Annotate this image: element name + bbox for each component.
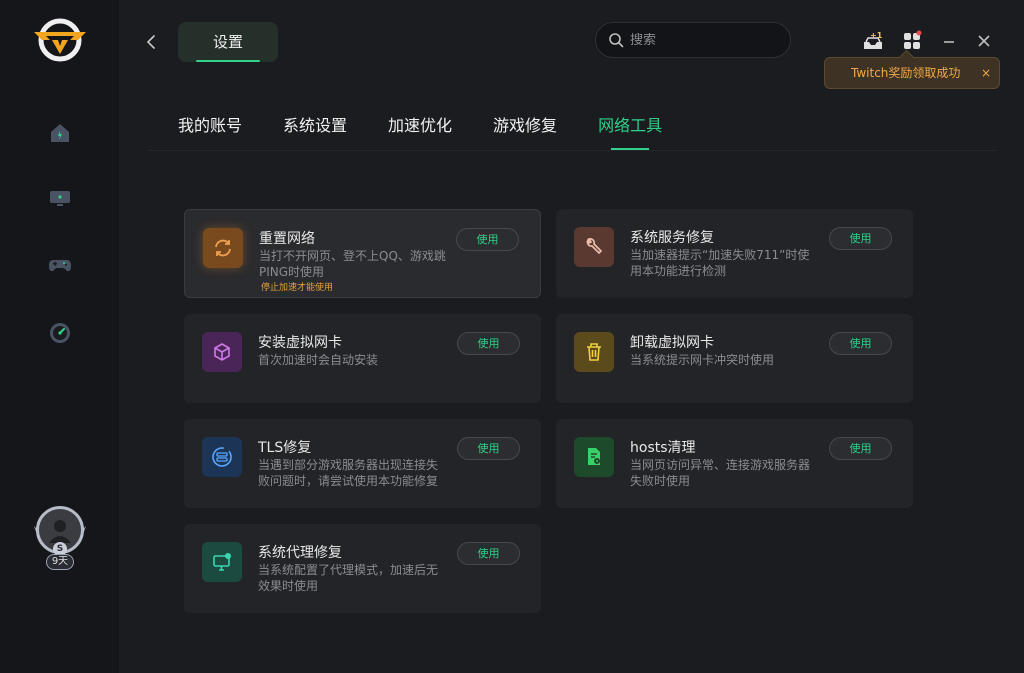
use-button[interactable]: 使用 xyxy=(457,332,520,355)
days-badge: 9天 xyxy=(46,554,74,570)
use-button[interactable]: 使用 xyxy=(829,227,892,250)
use-button[interactable]: 使用 xyxy=(457,542,520,565)
app-logo xyxy=(32,16,88,64)
tool-title: 系统服务修复 xyxy=(630,230,714,246)
apps-grid-icon xyxy=(904,30,922,49)
tab-network-tools[interactable]: 网络工具 xyxy=(598,114,662,150)
refresh-icon xyxy=(203,228,243,268)
user-avatar[interactable]: S 9天 xyxy=(32,504,88,574)
tool-card-proxy-repair[interactable]: 系统代理修复 当系统配置了代理模式，加速后无效果时使用 使用 xyxy=(184,524,541,613)
home-icon xyxy=(51,124,69,142)
doc-clean-icon xyxy=(574,437,614,477)
minimize-icon xyxy=(944,41,954,43)
back-button[interactable] xyxy=(142,32,160,52)
console-icon xyxy=(50,191,70,206)
tool-desc: 当系统配置了代理模式，加速后无效果时使用 xyxy=(258,563,439,593)
tool-card-install-nic[interactable]: 安装虚拟网卡 首次加速时会自动安装 使用 xyxy=(184,314,541,403)
use-button[interactable]: 使用 xyxy=(457,437,520,460)
tool-desc: 当系统提示网卡冲突时使用 xyxy=(630,353,775,367)
tool-desc: 当打不开网页、登不上QQ、游戏跳PING时使用 xyxy=(259,249,446,279)
notification-badge: +1 xyxy=(870,31,883,40)
chevron-left-icon xyxy=(146,35,155,49)
reward-inbox-button[interactable]: +1 xyxy=(862,30,884,52)
toast-notification: Twitch奖励领取成功 × xyxy=(824,57,1000,89)
server-refresh-icon xyxy=(202,437,242,477)
tool-title: hosts清理 xyxy=(630,440,696,456)
tool-card-uninstall-nic[interactable]: 卸载虚拟网卡 当系统提示网卡冲突时使用 使用 xyxy=(556,314,913,403)
person-icon xyxy=(49,520,71,543)
tool-warning-note: 停止加速才能使用 xyxy=(261,283,334,293)
tool-desc: 当加速器提示“加速失败711”时使用本功能进行检测 xyxy=(630,248,810,278)
apps-button[interactable] xyxy=(901,30,923,52)
search-box[interactable] xyxy=(595,22,791,58)
tab-my-account[interactable]: 我的账号 xyxy=(178,114,242,150)
use-button[interactable]: 使用 xyxy=(829,437,892,460)
tab-game-repair[interactable]: 游戏修复 xyxy=(493,114,557,150)
tool-title: 重置网络 xyxy=(259,231,315,247)
nav-home[interactable] xyxy=(44,117,76,149)
tab-acceleration[interactable]: 加速优化 xyxy=(388,114,452,150)
tool-title: 系统代理修复 xyxy=(258,545,342,561)
use-button[interactable]: 使用 xyxy=(829,332,892,355)
tool-card-service-repair[interactable]: 系统服务修复 当加速器提示“加速失败711”时使用本功能进行检测 使用 xyxy=(556,209,913,298)
tab-divider xyxy=(148,150,996,151)
inbox-reward-icon: +1 xyxy=(864,31,883,49)
cube-icon xyxy=(202,332,242,372)
use-button[interactable]: 使用 xyxy=(456,228,519,251)
search-icon xyxy=(609,33,624,48)
close-icon xyxy=(978,35,990,47)
tool-desc: 当遇到部分游戏服务器出现连接失败问题时，请尝试使用本功能修复 xyxy=(258,458,439,488)
close-button[interactable] xyxy=(973,30,995,52)
tool-desc: 首次加速时会自动安装 xyxy=(258,353,379,367)
minimize-button[interactable] xyxy=(938,30,960,52)
tool-card-tls-repair[interactable]: TLS修复 当遇到部分游戏服务器出现连接失败问题时，请尝试使用本功能修复 使用 xyxy=(184,419,541,508)
nav-games[interactable] xyxy=(44,249,76,281)
nav-speed[interactable] xyxy=(44,317,76,349)
tool-desc: 当网页访问异常、连接游戏服务器失败时使用 xyxy=(630,458,811,488)
tool-title: TLS修复 xyxy=(258,440,312,456)
sidebar: S 9天 xyxy=(0,0,119,673)
toast-message: Twitch奖励领取成功 xyxy=(851,66,961,80)
tool-card-reset-network[interactable]: 重置网络 当打不开网页、登不上QQ、游戏跳PING时使用 停止加速才能使用 使用 xyxy=(184,209,541,298)
monitor-proxy-icon xyxy=(202,542,242,582)
tool-title: 卸载虚拟网卡 xyxy=(630,335,714,351)
wrench-icon xyxy=(574,227,614,267)
tab-system-settings[interactable]: 系统设置 xyxy=(283,114,347,150)
tool-card-hosts-clean[interactable]: hosts清理 当网页访问异常、连接游戏服务器失败时使用 使用 xyxy=(556,419,913,508)
trash-icon xyxy=(574,332,614,372)
gamepad-icon xyxy=(49,260,71,272)
settings-tabs: 我的账号 系统设置 加速优化 游戏修复 网络工具 xyxy=(178,114,703,150)
speedometer-icon xyxy=(50,323,70,343)
toast-close-button[interactable]: × xyxy=(981,58,991,88)
nav-accelerator[interactable] xyxy=(44,182,76,214)
search-input[interactable] xyxy=(630,32,770,48)
page-title: 设置 xyxy=(178,22,278,62)
tool-title: 安装虚拟网卡 xyxy=(258,335,342,351)
